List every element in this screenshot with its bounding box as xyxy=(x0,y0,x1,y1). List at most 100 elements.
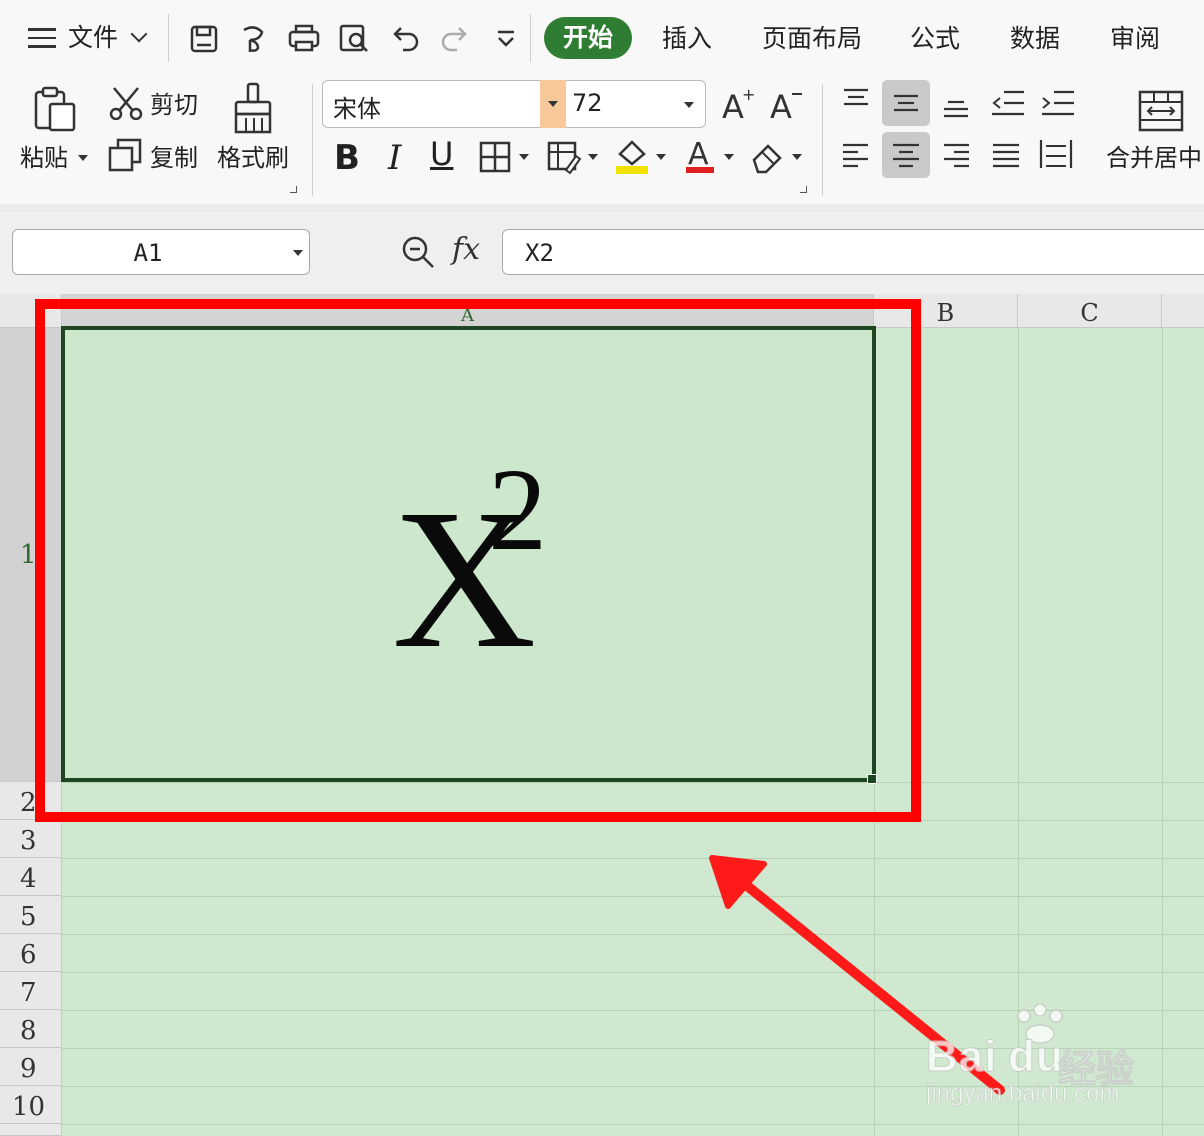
font-name-value: 宋体 xyxy=(333,95,381,123)
align-left-icon[interactable] xyxy=(840,140,872,172)
caret-down-icon xyxy=(684,102,694,108)
caret-down-icon xyxy=(548,101,558,107)
tab-formulas[interactable]: 公式 xyxy=(910,18,960,60)
watermark-logo-text: Bai xyxy=(925,1032,998,1082)
row-line xyxy=(62,896,1204,897)
cell-style-icon[interactable] xyxy=(546,140,584,176)
tab-page-layout[interactable]: 页面布局 xyxy=(762,18,862,60)
name-box-value: A1 xyxy=(133,239,163,267)
row-header-4[interactable]: 4 xyxy=(0,858,62,896)
svg-text:+: + xyxy=(742,86,755,104)
watermark-logo-du: du xyxy=(1008,1032,1064,1082)
copy-button[interactable]: 复制 xyxy=(150,143,198,173)
file-menu[interactable]: 文件 xyxy=(68,18,118,58)
clear-dropdown-icon[interactable] xyxy=(792,154,802,160)
format-painter-brush-icon[interactable] xyxy=(232,82,276,136)
tab-home[interactable]: 开始 xyxy=(544,17,632,59)
column-header-c[interactable]: C xyxy=(1018,294,1162,328)
row-line xyxy=(62,1124,1204,1125)
column-line xyxy=(1162,328,1163,1136)
row-header-5[interactable]: 5 xyxy=(0,896,62,934)
tab-insert[interactable]: 插入 xyxy=(662,18,712,60)
paste-icon[interactable] xyxy=(30,84,78,134)
insert-function-button[interactable]: fx xyxy=(452,232,480,267)
ribbon-shadow xyxy=(0,204,1204,212)
cut-button[interactable]: 剪切 xyxy=(150,90,198,120)
paste-dropdown-icon[interactable] xyxy=(78,155,88,161)
save-icon[interactable] xyxy=(186,18,222,58)
chevron-down-icon[interactable] xyxy=(130,25,148,43)
scissors-icon[interactable] xyxy=(108,86,144,120)
redo-icon[interactable] xyxy=(437,18,473,58)
font-color-dropdown-icon[interactable] xyxy=(724,154,734,160)
menu-icon[interactable] xyxy=(28,28,56,48)
borders-dropdown-icon[interactable] xyxy=(519,154,529,160)
italic-button[interactable]: I xyxy=(388,138,401,178)
name-box-dropdown-icon[interactable] xyxy=(293,250,303,256)
align-right-icon[interactable] xyxy=(940,140,972,172)
print-icon[interactable] xyxy=(286,18,322,58)
decrease-indent-icon[interactable] xyxy=(990,88,1026,120)
divider xyxy=(168,14,169,62)
customize-dropdown-icon[interactable] xyxy=(488,18,524,58)
row-header-8[interactable]: 8 xyxy=(0,1010,62,1048)
row-header-6[interactable]: 6 xyxy=(0,934,62,972)
font-dialog-launcher[interactable] xyxy=(800,186,807,193)
svg-text:A: A xyxy=(770,88,792,122)
clear-eraser-icon[interactable] xyxy=(750,138,788,174)
merge-center-icon[interactable] xyxy=(1138,90,1184,132)
print-preview-icon[interactable] xyxy=(337,18,373,58)
column-header-d[interactable] xyxy=(1162,294,1204,328)
divider xyxy=(822,84,823,196)
undo-icon[interactable] xyxy=(387,18,423,58)
bold-button[interactable]: B xyxy=(334,138,360,178)
row-header-3[interactable]: 3 xyxy=(0,820,62,858)
baidu-jingyan-watermark: Bai du 经验 jingyan.baidu.com xyxy=(922,1002,1162,1112)
increase-font-size-icon[interactable]: A + xyxy=(720,86,756,122)
align-bottom-icon[interactable] xyxy=(940,90,972,122)
svg-text:A: A xyxy=(722,88,744,122)
merge-center-button[interactable]: 合并居中 xyxy=(1106,143,1202,173)
row-line xyxy=(62,858,1204,859)
name-box[interactable]: A1 xyxy=(12,229,310,275)
justify-icon[interactable] xyxy=(990,140,1022,172)
align-middle-icon[interactable] xyxy=(890,88,922,120)
row-line xyxy=(62,972,1204,973)
watermark-url: jingyan.baidu.com xyxy=(926,1080,1120,1108)
row-header-7[interactable]: 7 xyxy=(0,972,62,1010)
format-painter-button[interactable]: 格式刷 xyxy=(217,143,289,173)
row-header-10[interactable]: 10 xyxy=(0,1086,62,1124)
formula-value: X2 xyxy=(525,239,554,267)
font-size-value: 72 xyxy=(572,89,603,117)
fill-color-icon[interactable] xyxy=(614,136,652,176)
row-header-9[interactable]: 9 xyxy=(0,1048,62,1086)
distributed-align-icon[interactable] xyxy=(1038,138,1074,172)
tab-data[interactable]: 数据 xyxy=(1010,18,1060,60)
row-line xyxy=(62,934,1204,935)
align-center-icon[interactable] xyxy=(890,140,922,172)
fill-color-dropdown-icon[interactable] xyxy=(656,154,666,160)
font-color-icon[interactable]: A xyxy=(684,136,718,176)
row-header-11[interactable] xyxy=(0,1124,62,1136)
copy-icon[interactable] xyxy=(108,138,142,172)
decrease-font-size-icon[interactable]: A xyxy=(768,86,804,122)
svg-text:A: A xyxy=(688,137,709,172)
annotation-highlight-box xyxy=(35,299,921,822)
menu-bar: 文件 开始 插入 页面布局 公式 数据 审阅 xyxy=(0,0,1204,76)
font-name-select[interactable]: 宋体 xyxy=(322,80,568,128)
divider xyxy=(312,84,313,196)
paste-button[interactable]: 粘贴 xyxy=(20,143,68,173)
format-painter-icon[interactable] xyxy=(236,18,272,58)
formula-input[interactable]: X2 xyxy=(502,229,1204,275)
font-name-dropdown[interactable] xyxy=(540,80,566,128)
zoom-formula-icon[interactable] xyxy=(400,234,436,270)
increase-indent-icon[interactable] xyxy=(1040,88,1076,120)
clipboard-dialog-launcher[interactable] xyxy=(290,186,297,193)
borders-icon[interactable] xyxy=(478,140,512,174)
tab-review[interactable]: 审阅 xyxy=(1110,18,1160,60)
divider xyxy=(530,14,531,62)
underline-button[interactable]: U xyxy=(430,134,453,174)
align-top-icon[interactable] xyxy=(840,86,872,118)
font-size-select[interactable]: 72 xyxy=(566,80,706,128)
cell-style-dropdown-icon[interactable] xyxy=(588,154,598,160)
